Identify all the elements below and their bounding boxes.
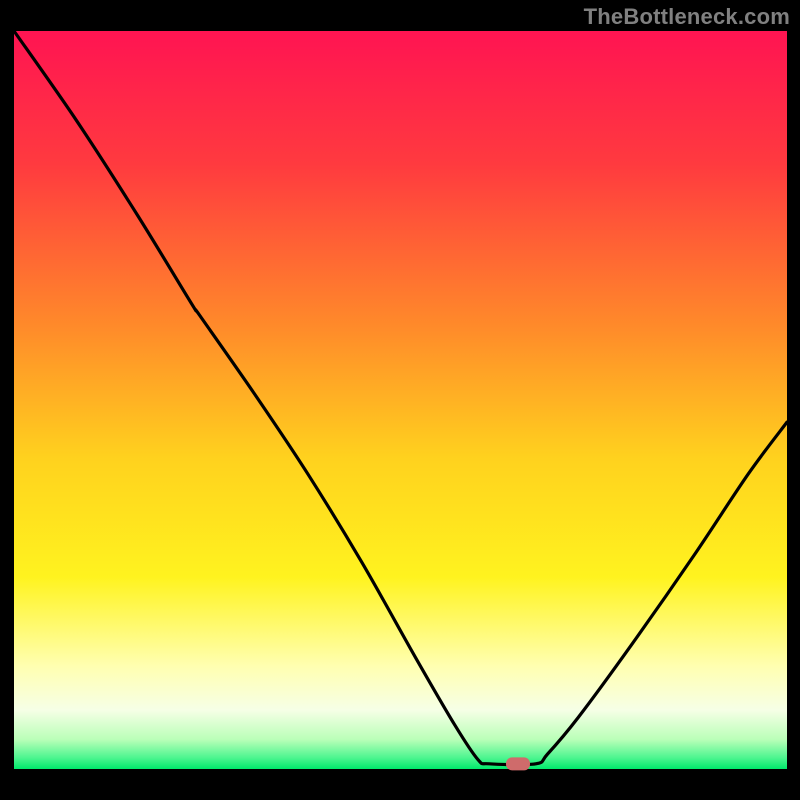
chart-frame: { "watermark": "TheBottleneck.com", "cha…: [0, 0, 800, 800]
optimum-marker: [506, 757, 530, 770]
bottleneck-chart: [0, 0, 800, 800]
plot-background: [14, 31, 787, 769]
watermark-text: TheBottleneck.com: [584, 4, 790, 30]
